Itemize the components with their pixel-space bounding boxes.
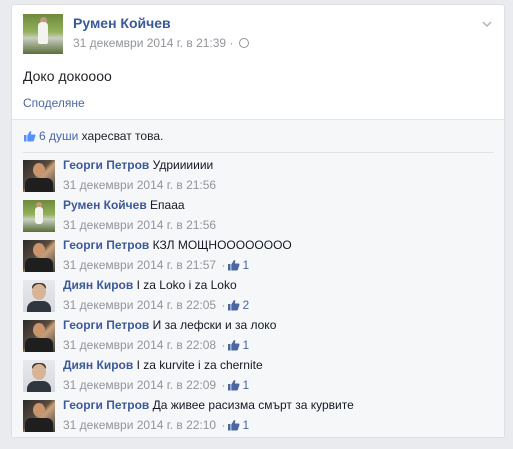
meta-separator: ·: [221, 418, 226, 432]
comment-like-count[interactable]: 2: [227, 298, 249, 312]
comment-timestamp[interactable]: 31 декември 2014 г. в 21:56: [63, 218, 216, 232]
thumbs-up-icon: [24, 131, 36, 142]
post-author-name[interactable]: Румен Койчев: [73, 15, 171, 31]
post-card: Румен Койчев 31 декември 2014 г. в 21:39…: [11, 4, 505, 438]
comment-meta: 31 декември 2014 г. в 22:10 · 1: [63, 418, 249, 432]
comment: Георги Петров Удрииииии 31 декември 2014…: [23, 157, 494, 197]
comment-body: Георги Петров И за лефски и за локо: [63, 318, 276, 332]
comment-timestamp[interactable]: 31 декември 2014 г. в 22:05: [63, 298, 216, 312]
post-meta: 31 декември 2014 г. в 21:39 ·: [73, 36, 249, 50]
commenter-avatar[interactable]: [23, 400, 55, 432]
comments-section: 6 души харесват това. Георги Петров Удри…: [12, 120, 504, 437]
comment-text: И за лефски и за локо: [152, 318, 277, 332]
share-link[interactable]: Споделяне: [23, 96, 85, 110]
post-text: Доко докоооо: [23, 68, 112, 84]
comment-timestamp[interactable]: 31 декември 2014 г. в 22:08: [63, 338, 216, 352]
comment: Диян Киров I za kurvite i za chernite 31…: [23, 357, 494, 397]
comment-text: КЗЛ МОЩНОООООООО: [152, 238, 292, 252]
comment-meta: 31 декември 2014 г. в 22:09 · 1: [63, 378, 249, 392]
comment-body: Георги Петров Удрииииии: [63, 158, 213, 172]
comment-author[interactable]: Георги Петров: [63, 398, 149, 412]
comment-author[interactable]: Георги Петров: [63, 318, 149, 332]
author-avatar[interactable]: [23, 14, 63, 54]
commenter-avatar[interactable]: [23, 240, 55, 272]
comment: Диян Киров I za Loko i za Loko 31 декемв…: [23, 277, 494, 317]
commenter-avatar[interactable]: [23, 200, 55, 232]
comment-like-number: 2: [242, 298, 250, 312]
likes-suffix: харесват това.: [78, 129, 164, 143]
comment-body: Диян Киров I za Loko i za Loko: [63, 278, 237, 292]
post-timestamp[interactable]: 31 декември 2014 г. в 21:39: [73, 36, 226, 50]
comment-like-number: 1: [242, 338, 250, 352]
comment-like-number: 1: [242, 418, 250, 432]
comment-like-count[interactable]: 1: [227, 418, 249, 432]
likes-count-link[interactable]: 6 души: [39, 129, 78, 143]
meta-separator: ·: [221, 258, 226, 272]
commenter-avatar[interactable]: [23, 320, 55, 352]
post-header: Румен Койчев 31 декември 2014 г. в 21:39…: [23, 14, 494, 56]
comment-text: I za Loko i za Loko: [136, 278, 237, 292]
comment-body: Румен Койчев Епааа: [63, 198, 185, 212]
comment-like-count[interactable]: 1: [227, 258, 249, 272]
comment-author[interactable]: Румен Койчев: [63, 198, 147, 212]
thumbs-up-icon: [228, 340, 240, 351]
comment-author[interactable]: Диян Киров: [63, 358, 133, 372]
comment-meta: 31 декември 2014 г. в 22:08 · 1: [63, 338, 249, 352]
comment: Румен Койчев Епааа 31 декември 2014 г. в…: [23, 197, 494, 237]
comment-author[interactable]: Диян Киров: [63, 278, 133, 292]
comment-meta: 31 декември 2014 г. в 21:57 · 1: [63, 258, 249, 272]
commenter-avatar[interactable]: [23, 160, 55, 192]
comment-text: I za kurvite i za chernite: [136, 358, 263, 372]
comment-timestamp[interactable]: 31 декември 2014 г. в 22:10: [63, 418, 216, 432]
comment-meta: 31 декември 2014 г. в 22:05 · 2: [63, 298, 249, 312]
meta-separator: ·: [221, 338, 226, 352]
comment-like-number: 1: [242, 258, 250, 272]
comment-like-count[interactable]: 1: [227, 378, 249, 392]
comment-meta: 31 декември 2014 г. в 21:56: [63, 218, 216, 232]
comment-timestamp[interactable]: 31 декември 2014 г. в 22:09: [63, 378, 216, 392]
comment-body: Диян Киров I za kurvite i za chernite: [63, 358, 263, 372]
comment-text: Удрииииии: [152, 158, 214, 172]
comment-like-count[interactable]: 1: [227, 338, 249, 352]
thumbs-up-icon: [228, 380, 240, 391]
comment-like-number: 1: [242, 378, 250, 392]
comment-author[interactable]: Георги Петров: [63, 238, 149, 252]
comment-author[interactable]: Георги Петров: [63, 158, 149, 172]
comment-timestamp[interactable]: 31 декември 2014 г. в 21:56: [63, 178, 216, 192]
commenter-avatar[interactable]: [23, 360, 55, 392]
comment: Георги Петров И за лефски и за локо 31 д…: [23, 317, 494, 357]
meta-separator: ·: [221, 378, 226, 392]
comment: Георги Петров Да живее расизма смърт за …: [23, 397, 494, 437]
comment-body: Георги Петров КЗЛ МОЩНОООООООО: [63, 238, 292, 252]
meta-separator: ·: [221, 298, 226, 312]
comment-body: Георги Петров Да живее расизма смърт за …: [63, 398, 354, 412]
comment: Георги Петров КЗЛ МОЩНОООООООО 31 декемв…: [23, 237, 494, 277]
meta-separator: ·: [229, 36, 234, 50]
thumbs-up-icon: [228, 420, 240, 431]
likes-divider: [23, 152, 494, 153]
comment-text: Да живее расизма смърт за курвите: [152, 398, 354, 412]
globe-icon[interactable]: [238, 38, 249, 48]
comment-text: Епааа: [150, 198, 185, 212]
likes-summary: 6 души харесват това.: [23, 129, 163, 143]
comment-meta: 31 декември 2014 г. в 21:56: [63, 178, 216, 192]
commenter-avatar[interactable]: [23, 280, 55, 312]
chevron-down-icon[interactable]: [482, 19, 492, 29]
thumbs-up-icon: [228, 260, 240, 271]
thumbs-up-icon: [228, 300, 240, 311]
comment-timestamp[interactable]: 31 декември 2014 г. в 21:57: [63, 258, 216, 272]
